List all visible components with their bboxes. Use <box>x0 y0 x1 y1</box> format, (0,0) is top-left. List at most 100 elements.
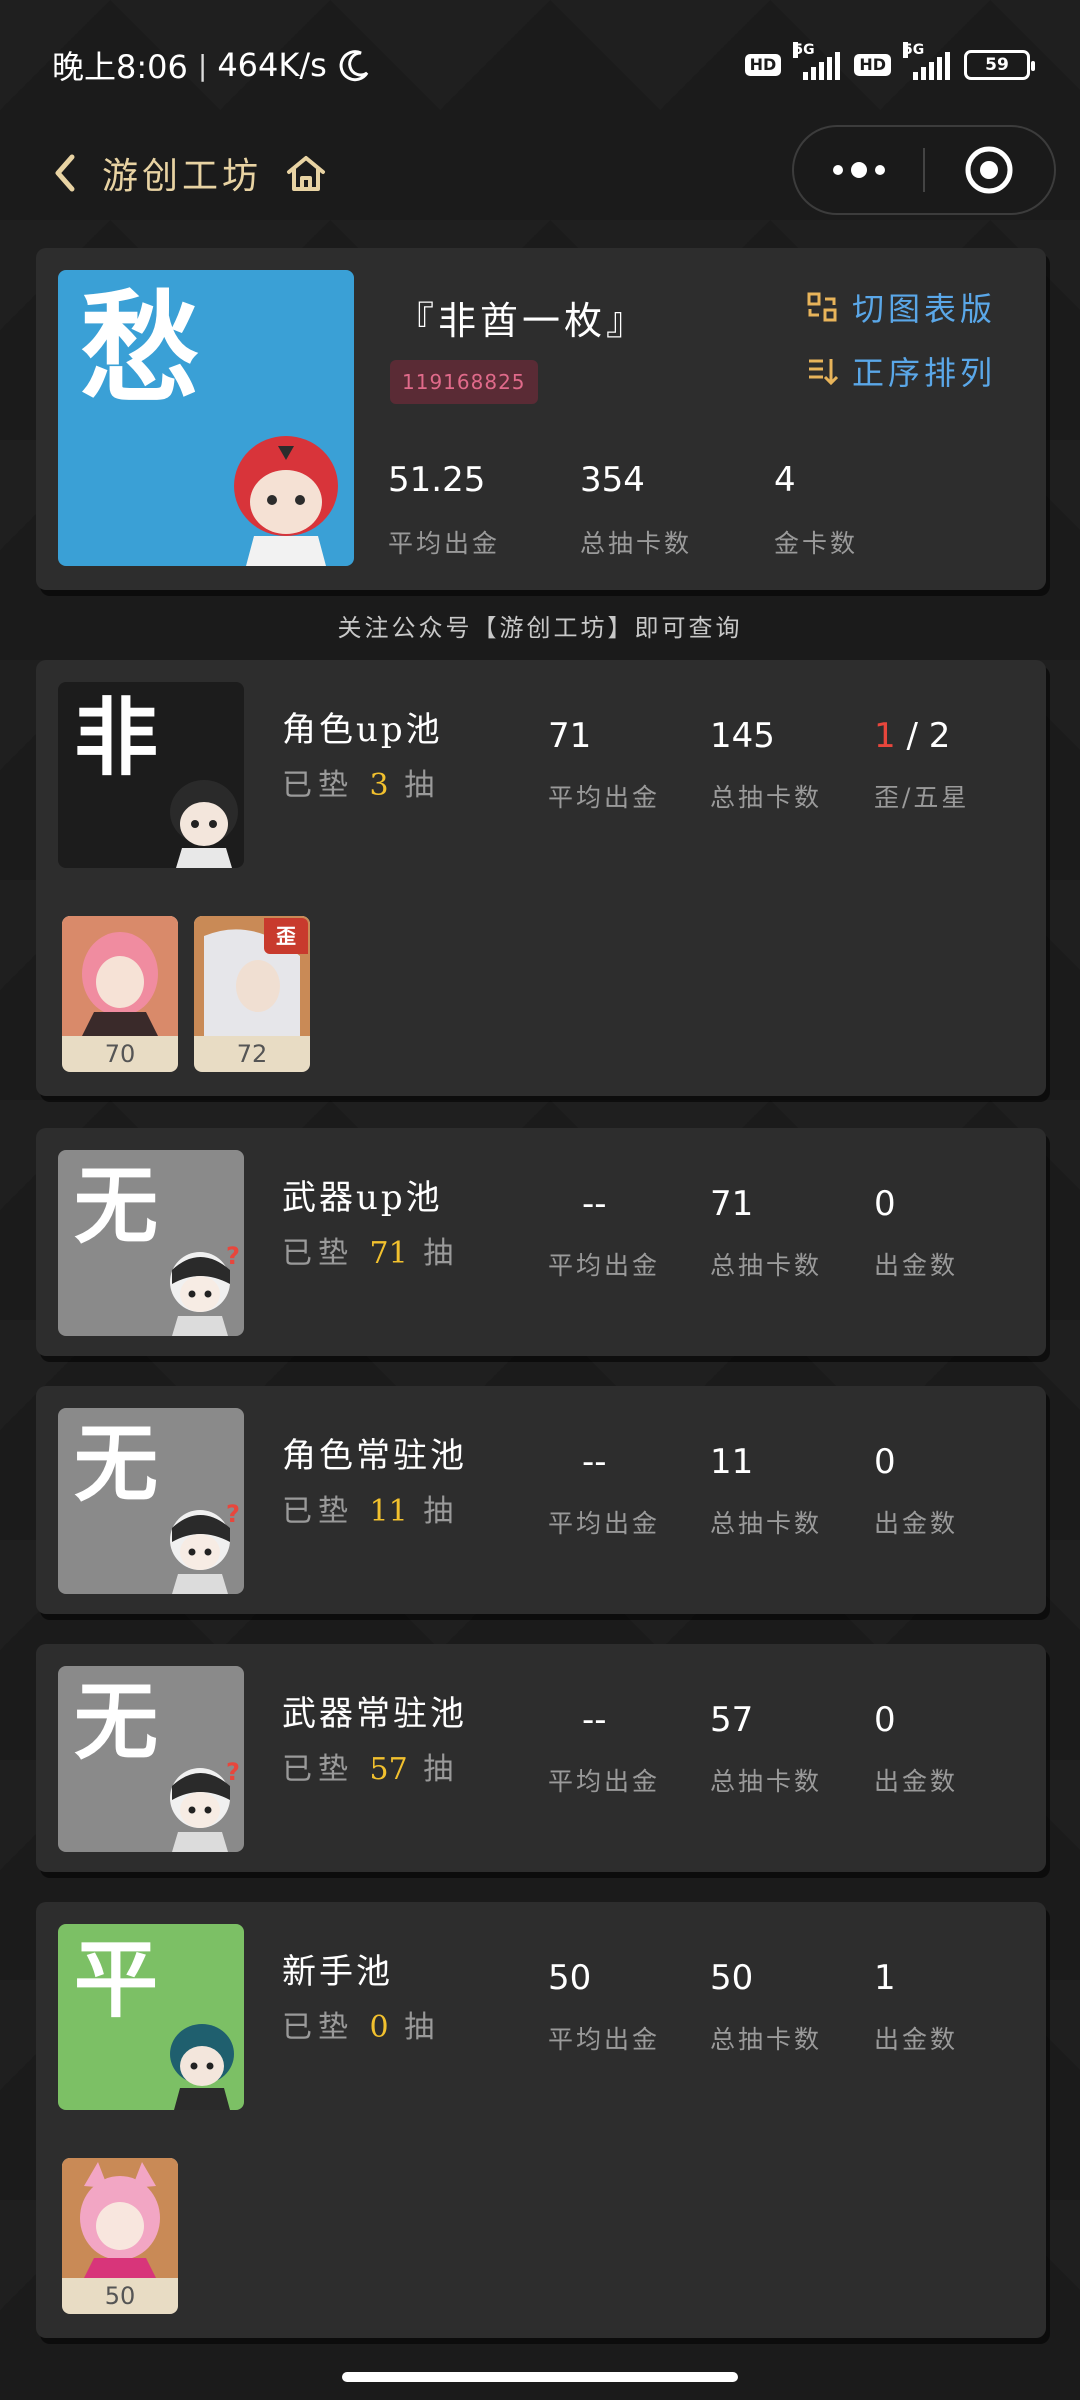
more-button[interactable] <box>794 162 923 178</box>
battery-level: 59 <box>985 55 1009 75</box>
profile-name: 『非酋一枚』 <box>396 299 649 343</box>
nav-title: 游创工坊 <box>102 155 263 197</box>
pity-count: 0 <box>369 2010 389 2045</box>
pool-avg-value: 71 <box>548 716 592 756</box>
pool-pity: 已垫 0 抽 <box>282 2002 440 2046</box>
pool-avatar-char: 无 <box>74 1415 159 1513</box>
hd-badge-2: HD <box>854 54 891 76</box>
pool-avatar: 平 <box>58 1924 244 2110</box>
nav-bar: 游创工坊 <box>0 125 1080 220</box>
chibi-red-hair-image <box>234 436 338 566</box>
pity-suffix: 抽 <box>423 1494 460 1529</box>
signal-icon-1: 5G <box>793 42 841 80</box>
pity-suffix: 抽 <box>404 768 441 803</box>
pool-total-label: 总抽卡数 <box>710 1509 823 1538</box>
pool-total-value: 50 <box>710 1958 754 1998</box>
moon-icon <box>339 50 369 82</box>
5g-label-2: 5G <box>903 42 925 58</box>
target-icon <box>965 146 1013 194</box>
pool-pity: 已垫 11 抽 <box>282 1486 459 1530</box>
switch-chart-button[interactable]: 切图表版 <box>806 284 996 330</box>
ratio-red: 1 <box>874 716 896 756</box>
home-indicator[interactable] <box>342 2372 738 2382</box>
pull-count: 70 <box>104 1040 136 1068</box>
pool-pity: 已垫 71 抽 <box>282 1228 459 1272</box>
status-right: HD 5G HD 5G 59 <box>744 42 1035 80</box>
pool-avg-label: 平均出金 <box>548 783 661 812</box>
pity-count: 3 <box>369 768 389 803</box>
profile-gold-value: 4 <box>774 460 796 500</box>
mini-program-capsule <box>792 125 1056 215</box>
pity-prefix: 已垫 <box>282 1236 354 1271</box>
pool-avatar: 无 ? <box>58 1666 244 1852</box>
pool-avatar-char: 无 <box>74 1673 159 1771</box>
pool-gold-label: 出金数 <box>874 1767 959 1796</box>
svg-text:?: ? <box>226 1242 240 1270</box>
svg-text:?: ? <box>226 1758 240 1786</box>
pool-card-character-up[interactable]: 非 角色up池 已垫 3 抽 71 平均出金 145 总抽卡数 1 / 2 歪/… <box>36 660 1046 1096</box>
pool-card-character-standard[interactable]: 无 ? 角色常驻池 已垫 11 抽 -- 平均出金 11 总抽卡数 0 出金数 <box>36 1386 1046 1614</box>
character-pink-cat-portrait <box>62 2158 178 2278</box>
pity-prefix: 已垫 <box>282 768 354 803</box>
pool-avg-label: 平均出金 <box>548 1767 661 1796</box>
pool-pity: 已垫 57 抽 <box>282 1744 459 1788</box>
close-button[interactable] <box>925 144 1054 196</box>
pool-avatar: 无 ? <box>58 1150 244 1336</box>
pool-avg-value: 50 <box>548 1958 592 1998</box>
follow-notice: 关注公众号【游创工坊】即可查询 <box>337 614 743 642</box>
pool-card-beginner[interactable]: 平 新手池 已垫 0 抽 50 平均出金 50 总抽卡数 1 出金数 50 <box>36 1902 1046 2338</box>
profile-total-label: 总抽卡数 <box>580 529 693 558</box>
pool-gold-label: 出金数 <box>874 2025 959 2054</box>
pool-name: 武器常驻池 <box>282 1694 467 1734</box>
pity-count: 57 <box>369 1752 408 1787</box>
character-pink-portrait <box>62 916 178 1036</box>
pity-count: 11 <box>369 1494 408 1529</box>
back-icon[interactable] <box>50 151 80 195</box>
chibi-teal-hair-image <box>170 2024 234 2110</box>
pool-name: 武器up池 <box>282 1178 443 1218</box>
switch-icon <box>807 292 837 322</box>
pool-pity: 已垫 3 抽 <box>282 760 440 804</box>
pool-card-weapon-up[interactable]: 无 ? 武器up池 已垫 71 抽 -- 平均出金 71 总抽卡数 0 出金数 <box>36 1128 1046 1356</box>
pool-total-value: 145 <box>710 716 775 756</box>
pull-count: 72 <box>236 1040 268 1068</box>
switch-chart-label: 切图表版 <box>852 290 997 328</box>
pull-item-card[interactable]: 70 <box>62 916 178 1072</box>
svg-text:?: ? <box>226 1500 240 1528</box>
pool-name: 角色常驻池 <box>282 1436 467 1476</box>
profile-avg-value: 51.25 <box>388 460 486 500</box>
pool-avatar-char: 无 <box>74 1157 159 1255</box>
status-bar: 晚上8:06 | 464K/s HD 5G HD 5G 59 <box>0 0 1080 130</box>
sort-order-button[interactable]: 正序排列 <box>806 348 996 394</box>
chibi-question-image: ? <box>170 1500 240 1594</box>
pool-total-label: 总抽卡数 <box>710 2025 823 2054</box>
pool-gold-value: 1 <box>874 1958 896 1998</box>
pity-prefix: 已垫 <box>282 1494 354 1529</box>
pool-total-label: 总抽卡数 <box>710 1767 823 1796</box>
profile-total-value: 354 <box>580 460 645 500</box>
pool-gold-value: 0 <box>874 1184 896 1224</box>
off-banner-tag: 歪 <box>264 918 308 954</box>
sort-order-label: 正序排列 <box>852 354 997 392</box>
pull-item-card[interactable]: 50 <box>62 2158 178 2314</box>
pool-name: 新手池 <box>282 1952 393 1992</box>
pool-card-weapon-standard[interactable]: 无 ? 武器常驻池 已垫 57 抽 -- 平均出金 57 总抽卡数 0 出金数 <box>36 1644 1046 1872</box>
ratio-sep: / <box>895 716 929 756</box>
chibi-question-image: ? <box>170 1242 240 1336</box>
pity-suffix: 抽 <box>404 2010 441 2045</box>
pool-name: 角色up池 <box>282 710 443 750</box>
pity-count: 71 <box>369 1236 408 1271</box>
home-icon[interactable] <box>284 151 328 195</box>
pity-suffix: 抽 <box>423 1236 460 1271</box>
battery-icon: 59 <box>964 50 1035 80</box>
ratio-rest: 2 <box>928 716 951 756</box>
pool-avg-value: -- <box>582 1700 607 1740</box>
pull-count: 50 <box>104 2282 136 2310</box>
pool-avg-label: 平均出金 <box>548 1251 661 1280</box>
status-separator: | <box>197 48 208 82</box>
pull-item-card[interactable]: 歪 72 <box>194 916 310 1072</box>
pool-gold-label: 出金数 <box>874 1251 959 1280</box>
status-left: 晚上8:06 | 464K/s <box>52 42 373 88</box>
pity-suffix: 抽 <box>423 1752 460 1787</box>
pool-total-label: 总抽卡数 <box>710 1251 823 1280</box>
